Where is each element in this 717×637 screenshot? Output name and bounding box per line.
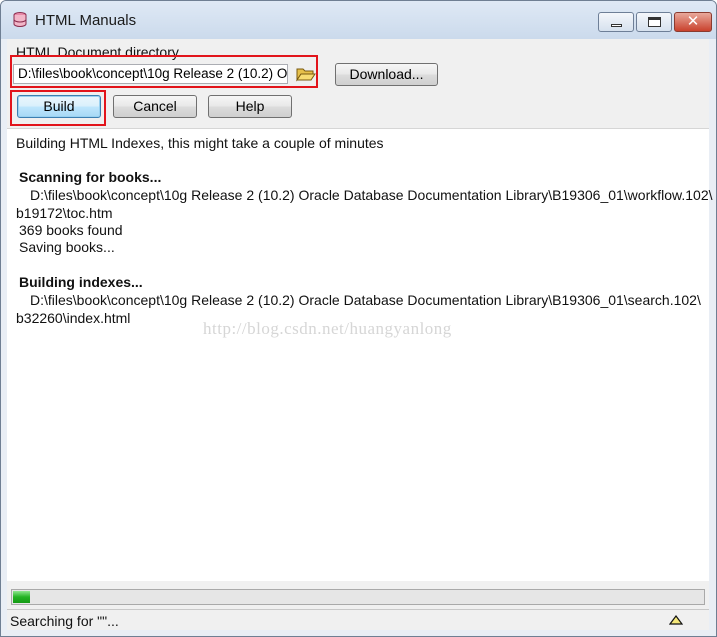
log-indexing-path: D:\files\book\concept\10g Release 2 (10.… [30, 292, 701, 308]
watermark-text: http://blog.csdn.net/huangyanlong [203, 319, 452, 338]
log-output[interactable]: Building HTML Indexes, this might take a… [7, 128, 713, 581]
html-manuals-window: HTML Manuals ✕ HTML Document directory D… [0, 0, 717, 637]
client-area: HTML Document directory D:\files\book\co… [7, 39, 713, 630]
cancel-button[interactable]: Cancel [113, 95, 197, 118]
status-text: Searching for ""... [10, 613, 119, 629]
title-bar[interactable]: HTML Manuals ✕ [1, 1, 716, 39]
download-button[interactable]: Download... [335, 63, 438, 86]
log-scanning-heading: Scanning for books... [19, 169, 162, 185]
highlight-box-directory [10, 55, 318, 88]
progress-bar [11, 589, 705, 605]
close-button[interactable]: ✕ [674, 12, 712, 32]
help-button[interactable]: Help [208, 95, 292, 118]
open-folder-icon[interactable] [296, 65, 316, 83]
log-indexing-path-cont: b32260\index.html [16, 310, 131, 326]
status-bar: Searching for ""... [7, 609, 709, 630]
log-scanning-path: D:\files\book\concept\10g Release 2 (10.… [30, 187, 713, 203]
close-icon: ✕ [686, 12, 700, 30]
maximize-icon [648, 17, 661, 27]
log-scanning-path-cont: b19172\toc.htm [16, 205, 113, 221]
minimize-icon [611, 24, 622, 27]
database-book-icon [13, 12, 27, 27]
triangle-up-icon[interactable] [669, 615, 683, 625]
log-books-found: 369 books found [19, 222, 123, 238]
minimize-button[interactable] [598, 12, 634, 32]
maximize-button[interactable] [636, 12, 672, 32]
log-saving: Saving books... [19, 239, 115, 255]
highlight-box-build [10, 90, 106, 126]
progress-fill [13, 591, 30, 603]
log-indexing-heading: Building indexes... [19, 274, 143, 290]
log-intro: Building HTML Indexes, this might take a… [16, 135, 384, 151]
window-title: HTML Manuals [35, 12, 137, 29]
